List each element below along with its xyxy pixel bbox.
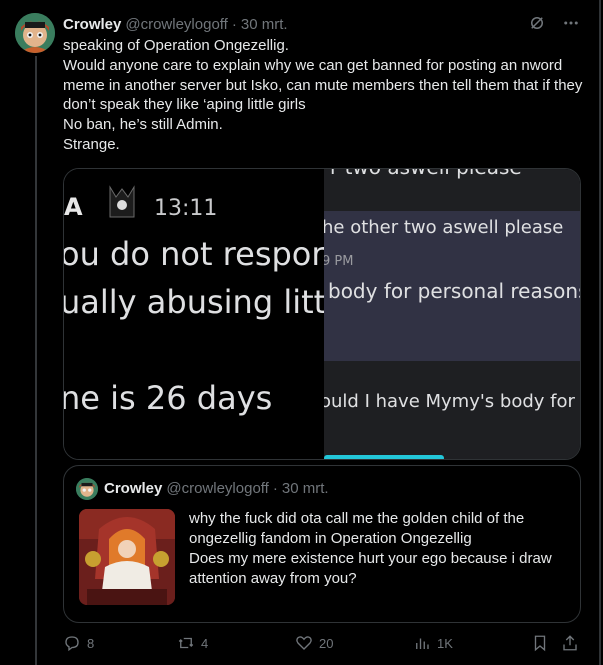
more-icon[interactable] [561,13,581,33]
views-count: 1K [437,635,453,651]
screenshot-line: r two aswell please [330,169,522,179]
column-divider [599,0,601,665]
quote-thumbnail[interactable] [79,509,175,605]
repost-button[interactable]: 4 [177,634,208,652]
quote-text: why the fuck did ota call me the golden … [189,510,552,587]
tweet-text-line: Strange. [63,135,120,153]
screenshot-line: ually abusing litt [64,283,324,321]
repost-icon [178,637,194,649]
tweet-media[interactable]: A 13:11 ou do not respor ually abusing l… [63,168,581,460]
repost-count: 4 [201,635,209,651]
like-button[interactable]: 20 [295,634,333,652]
screenshot-avatar-icon [104,183,140,219]
quote-author-handle[interactable]: @crowleylogoff [166,480,269,497]
separator-dot: · [231,15,237,33]
author-handle[interactable]: @crowleylogoff [125,16,228,33]
screenshot-badge: A [64,193,83,221]
bookmark-icon [534,635,546,652]
author-name[interactable]: Crowley [63,16,121,33]
action-bar: 8 4 20 1K [63,634,583,656]
reply-button[interactable]: 8 [63,634,94,652]
tweet-header: Crowley @crowleylogoff · 30 mrt. [63,14,288,34]
tweet-text-line: No ban, he’s still Admin. [63,116,223,134]
quote-author-avatar[interactable] [76,478,98,500]
views-button[interactable]: 1K [413,634,453,652]
tweet-text: speaking of Operation Ongezellig. Would … [63,36,583,155]
screenshot-line: ou do not respor [64,235,324,273]
heart-icon [296,636,312,650]
quote-header: Crowley @crowleylogoff · 30 mrt. [104,480,329,497]
scroll-bar [324,455,444,459]
screenshot-line: ould I have Mymy's body for pers [324,391,580,412]
thread-line [35,56,37,665]
views-icon [416,638,429,649]
share-icon [563,635,577,651]
screenshot-line: ne is 26 days [64,379,273,417]
tweet-top-icons [527,13,581,33]
media-image-left[interactable]: A 13:11 ou do not respor ually abusing l… [64,169,324,459]
reply-icon [65,636,79,652]
separator-dot: · [272,480,278,497]
share-button[interactable] [561,634,579,652]
screenshot-time: 9 PM [324,254,354,269]
screenshot-line: body for personal reasons [328,279,581,303]
quote-tweet[interactable]: Crowley @crowleylogoff · 30 mrt. why the… [63,465,581,623]
tweet-date[interactable]: 30 mrt. [241,16,288,33]
quote-author-name[interactable]: Crowley [104,480,162,497]
reply-count: 8 [87,635,95,651]
like-count: 20 [319,635,334,651]
author-avatar[interactable] [15,13,55,53]
bookmark-button[interactable] [531,634,549,652]
tweet-text-line: Would anyone care to explain why we can … [63,56,587,114]
grok-icon[interactable] [527,13,547,33]
media-image-right[interactable]: r two aswell please he other two aswell … [324,169,581,459]
screenshot-line: he other two aswell please [324,217,564,238]
tweet-text-line: speaking of Operation Ongezellig. [63,37,289,54]
quote-date[interactable]: 30 mrt. [282,480,329,497]
screenshot-time: 13:11 [154,196,218,221]
